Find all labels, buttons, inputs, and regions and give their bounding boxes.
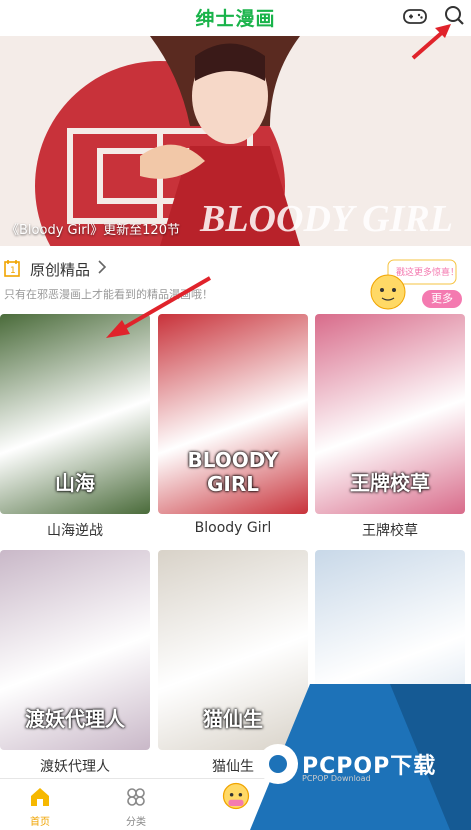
comic-cover[interactable]: 王牌校草 xyxy=(315,314,465,514)
svg-text:戳这更多惊喜！: 戳这更多惊喜！ xyxy=(396,266,459,278)
comic-cover[interactable]: BLOODY GIRL xyxy=(158,314,308,514)
svg-text:BLOODY GIRL: BLOODY GIRL xyxy=(199,198,453,240)
clover-icon xyxy=(127,788,145,806)
cover-title-art: BLOODY GIRL xyxy=(187,448,279,496)
comic-title: 山海逆战 xyxy=(47,523,103,539)
comic-title: 渡妖代理人 xyxy=(40,759,110,775)
svg-text:1: 1 xyxy=(10,266,16,276)
cover-title-art: 山海 xyxy=(55,471,95,495)
cover-title-art: 渡妖代理人 xyxy=(25,707,125,731)
comic-cover[interactable]: 渡妖代理人 xyxy=(0,550,150,750)
cover-title-art: 王牌校草 xyxy=(350,471,430,495)
tab-label: 分类 xyxy=(126,817,146,828)
tab-label: 首页 xyxy=(30,817,50,828)
tab-home[interactable]: 首页 xyxy=(0,779,80,830)
more-button[interactable]: 更多 xyxy=(422,290,462,308)
featured-banner[interactable]: BLOODY GIRL 《Bloody Girl》更新至120节 xyxy=(0,36,471,246)
top-bar: 绅士漫画 xyxy=(0,0,471,36)
comic-title: Bloody Girl xyxy=(194,520,272,536)
banner-artwork: BLOODY GIRL xyxy=(0,36,471,246)
section-title: 原创精品 xyxy=(30,261,91,279)
tab-category[interactable]: 分类 xyxy=(96,779,176,830)
banner-caption: 《Bloody Girl》更新至120节 xyxy=(6,223,180,238)
comic-title: 王牌校草 xyxy=(362,523,418,539)
section-subtitle: 只有在邪恶漫画上才能看到的精品漫画哦！ xyxy=(4,288,213,301)
app-title: 绅士漫画 xyxy=(195,8,276,30)
comic-cover[interactable]: 山海 xyxy=(0,314,150,514)
chevron-right-icon xyxy=(98,260,107,274)
home-icon xyxy=(31,788,49,806)
watermark-subtext: PCPOP Download xyxy=(302,774,371,783)
calendar-icon: 1 xyxy=(4,260,20,277)
search-icon[interactable] xyxy=(442,4,468,28)
mascot-icon xyxy=(222,782,250,810)
gamepad-icon[interactable] xyxy=(402,4,428,28)
